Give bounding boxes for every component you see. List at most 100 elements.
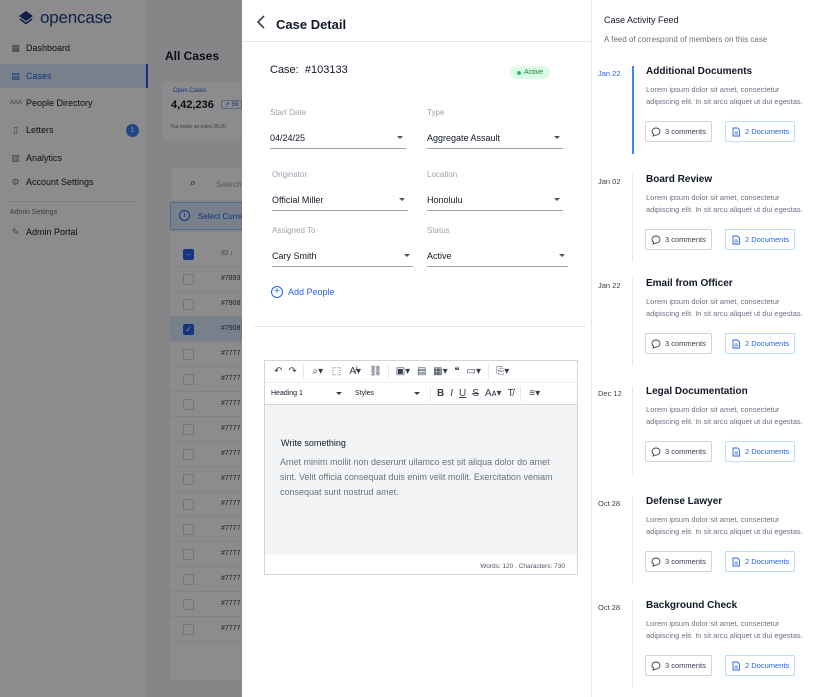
location-label: Location bbox=[427, 170, 458, 179]
clear-formatting-icon[interactable]: T̸ bbox=[505, 386, 517, 402]
comments-button[interactable]: 3 comments bbox=[645, 229, 712, 250]
comment-icon bbox=[651, 661, 661, 671]
comments-button[interactable]: 3 comments bbox=[645, 551, 712, 572]
start-date-value: 04/24/25 bbox=[270, 132, 306, 143]
comments-button[interactable]: 3 comments bbox=[645, 655, 712, 676]
start-date-select[interactable]: 04/24/25 bbox=[270, 127, 406, 149]
type-field: Type Aggregate Assault bbox=[427, 108, 563, 149]
editor-content-area[interactable]: Write something Amet minim mollit non de… bbox=[265, 405, 577, 555]
location-field: Location Honolulu bbox=[427, 170, 563, 211]
font-size-icon[interactable]: Aᴀ▾ bbox=[482, 386, 505, 402]
insert-file-icon[interactable]: ▤ bbox=[414, 364, 429, 380]
select-all-icon[interactable]: ⬚ bbox=[329, 364, 344, 380]
add-people-label: Add People bbox=[288, 287, 335, 297]
align-icon[interactable]: ≡▾ bbox=[524, 386, 546, 402]
italic-icon[interactable]: I bbox=[447, 386, 456, 402]
comment-icon bbox=[651, 447, 661, 457]
document-icon bbox=[732, 557, 740, 566]
location-value: Honolulu bbox=[427, 194, 463, 205]
status-select[interactable]: Active bbox=[427, 245, 568, 267]
chevron-down-icon bbox=[414, 392, 420, 395]
feed-item-body: Lorem ipsum dolor sit amet, consectetur … bbox=[646, 405, 803, 426]
case-detail-panel: Case Detail Case: #103133 Active Start D… bbox=[242, 0, 592, 697]
bold-icon[interactable]: B bbox=[434, 386, 447, 402]
undo-icon[interactable]: ↶ bbox=[271, 364, 285, 380]
heading-select[interactable]: Heading 1 bbox=[271, 390, 349, 397]
feed-item-body: Lorem ipsum dolor sit amet, consectetur … bbox=[646, 193, 803, 214]
spellcheck-icon[interactable]: A̸▾ bbox=[344, 364, 366, 380]
assigned-to-field: Assigned To Cary Smith bbox=[272, 226, 413, 267]
strikethrough-icon[interactable]: S bbox=[469, 386, 482, 402]
table-icon[interactable]: ▦▾ bbox=[429, 364, 451, 380]
feed-item-body: Lorem ipsum dolor sit amet, consectetur … bbox=[646, 297, 803, 318]
location-select[interactable]: Honolulu bbox=[427, 189, 563, 211]
feed-item-date: Jan 22 bbox=[598, 69, 621, 78]
toolbar-separator bbox=[430, 386, 431, 401]
timeline-line bbox=[632, 174, 633, 262]
timeline-line bbox=[632, 386, 633, 474]
redo-icon[interactable]: ↷ bbox=[285, 364, 299, 380]
type-value: Aggregate Assault bbox=[427, 132, 501, 143]
case-number-value: #103133 bbox=[304, 64, 348, 76]
templates-icon[interactable]: ⎘▾ bbox=[492, 364, 514, 380]
feed-item-title: Legal Documentation bbox=[646, 386, 748, 397]
detail-title: Case Detail bbox=[276, 17, 347, 32]
timeline-line bbox=[632, 278, 633, 366]
documents-label: 2 Documents bbox=[745, 127, 790, 136]
rich-text-editor: ↶ ↷ ⌕▾ ⬚ A̸▾ ⛓ ▣▾ ▤ ▦▾ ❝ ▭▾ ⎘▾ Heading 1 bbox=[264, 360, 578, 575]
comment-icon bbox=[651, 339, 661, 349]
feed-item: Jan 22 Email from Officer Lorem ipsum dolo… bbox=[593, 278, 823, 378]
find-replace-icon[interactable]: ⌕▾ bbox=[307, 364, 329, 380]
insert-image-icon[interactable]: ▣▾ bbox=[392, 364, 414, 380]
chevron-left-icon[interactable] bbox=[255, 15, 267, 29]
documents-button[interactable]: 2 Documents bbox=[725, 333, 796, 354]
activity-feed-panel: Case Activity Feed A feed of correspond … bbox=[593, 0, 823, 697]
start-date-field: Start Date 04/24/25 bbox=[270, 108, 406, 149]
heading-select-value: Heading 1 bbox=[271, 390, 303, 397]
chevron-down-icon bbox=[559, 254, 565, 257]
chevron-down-icon bbox=[336, 392, 342, 395]
feed-item-body: Lorem ipsum dolor sit amet, consectetur … bbox=[646, 85, 803, 106]
comments-button[interactable]: 3 comments bbox=[645, 441, 712, 462]
media-embed-icon[interactable]: ▭▾ bbox=[463, 364, 485, 380]
underline-icon[interactable]: U bbox=[456, 386, 469, 402]
feed-item-title: Background Check bbox=[646, 600, 738, 611]
styles-select-value: Styles bbox=[355, 390, 375, 397]
documents-button[interactable]: 2 Documents bbox=[725, 551, 796, 572]
case-label: Case: bbox=[270, 64, 299, 76]
styles-select[interactable]: Styles bbox=[355, 390, 427, 397]
documents-button[interactable]: 2 Documents bbox=[725, 441, 796, 462]
status-label: Status bbox=[427, 226, 450, 235]
feed-item-date: Dec 12 bbox=[598, 389, 622, 398]
feed-item-body: Lorem ipsum dolor sit amet, consectetur … bbox=[646, 515, 803, 536]
status-field: Status Active bbox=[427, 226, 568, 267]
assigned-to-select[interactable]: Cary Smith bbox=[272, 245, 413, 267]
documents-button[interactable]: 2 Documents bbox=[725, 655, 796, 676]
originator-select[interactable]: Official Miller bbox=[272, 189, 408, 211]
editor-toolbar-row-2: Heading 1 Styles B I U S Aᴀ▾ T̸ ≡▾ bbox=[265, 383, 577, 405]
comments-button[interactable]: 3 comments bbox=[645, 333, 712, 354]
add-people-button[interactable]: + Add People bbox=[271, 286, 335, 298]
documents-button[interactable]: 2 Documents bbox=[725, 121, 796, 142]
type-label: Type bbox=[427, 108, 445, 117]
document-icon bbox=[732, 235, 740, 244]
documents-button[interactable]: 2 Documents bbox=[725, 229, 796, 250]
feed-item-date: Oct 28 bbox=[598, 603, 621, 612]
feed-item-title: Additional Documents bbox=[646, 66, 753, 77]
toolbar-separator bbox=[387, 364, 389, 379]
link-icon[interactable]: ⛓ bbox=[366, 364, 385, 380]
feed-title: Case Activity Feed bbox=[604, 15, 679, 25]
type-select[interactable]: Aggregate Assault bbox=[427, 127, 563, 149]
comments-button[interactable]: 3 comments bbox=[645, 121, 712, 142]
originator-label: Originator bbox=[272, 170, 308, 179]
originator-field: Originator Official Miller bbox=[272, 170, 408, 211]
document-icon bbox=[732, 661, 740, 670]
feed-item-date: Oct 28 bbox=[598, 499, 621, 508]
feed-item: Jan 22 Additional Documents Lorem ipsum do… bbox=[593, 66, 823, 166]
comments-label: 3 comments bbox=[665, 339, 706, 348]
blockquote-icon[interactable]: ❝ bbox=[451, 364, 462, 380]
originator-value: Official Miller bbox=[272, 194, 324, 205]
feed-item-title: Email from Officer bbox=[646, 278, 733, 289]
comment-icon bbox=[651, 557, 661, 567]
comments-label: 3 comments bbox=[665, 235, 706, 244]
